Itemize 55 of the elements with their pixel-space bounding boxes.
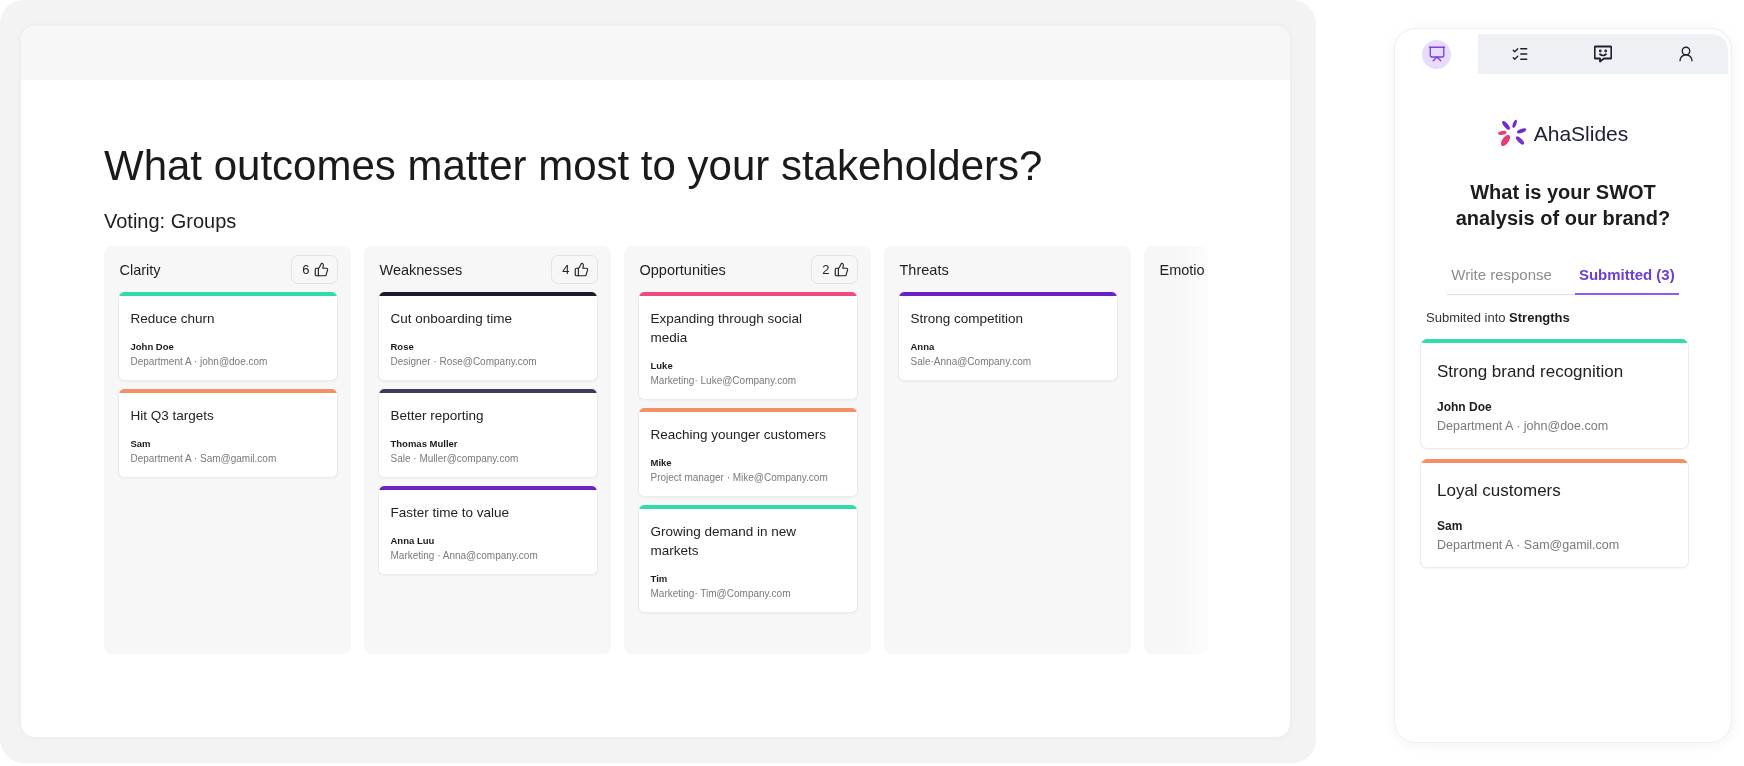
author-name: Anna Luu	[390, 535, 436, 547]
card-text: Strong brand recognition	[1437, 360, 1625, 383]
author-details: Marketing· Tim@Company.com	[650, 587, 792, 601]
user-icon	[1677, 45, 1696, 63]
card-text: Strong competition	[910, 310, 1025, 328]
card-text: Faster time to value	[390, 504, 511, 522]
column-title: Threats	[899, 260, 949, 279]
like-button[interactable]: 6	[291, 255, 338, 284]
logo-icon	[1497, 119, 1527, 148]
author-name: Mike	[650, 457, 673, 469]
thumbs-up-icon	[833, 262, 849, 277]
brand-name: AhaSlides	[1533, 120, 1629, 147]
author-details: Department A · Sam@gamil.com	[130, 452, 278, 466]
author-name: Sam	[1437, 519, 1464, 534]
author-name: John Doe	[1437, 399, 1493, 415]
question-text: What is your SWOT analysis of our brand?	[1454, 180, 1672, 231]
slide-title: What outcomes matter most to your stakeholders?	[104, 141, 1044, 191]
author-name: Anna	[910, 341, 936, 353]
card-text: Better reporting	[390, 407, 485, 425]
card-text: Loyal customers	[1437, 480, 1562, 502]
chat-smile-icon	[1594, 45, 1613, 63]
author-details: Designer · Rose@Company.com	[390, 355, 538, 369]
thumbs-up-icon	[313, 262, 329, 277]
card-text: Hit Q3 targets	[130, 407, 215, 425]
checklist-icon	[1510, 45, 1529, 63]
like-button[interactable]: 2	[811, 255, 858, 284]
card-text: Reaching younger customers	[650, 426, 828, 444]
like-button[interactable]: 4	[551, 255, 598, 284]
card-text: Cut onboarding time	[390, 310, 514, 328]
author-name: Luke	[650, 360, 674, 372]
author-details: Marketing · Anna@company.com	[390, 549, 539, 563]
response-tab[interactable]: Submitted (3)	[1574, 266, 1679, 295]
presentation-icon	[1422, 39, 1452, 69]
card-text: Growing demand in new markets	[650, 523, 798, 560]
column-title: Weaknesses	[379, 260, 463, 279]
submitted-into-text: Submited into Strengths	[1426, 310, 1570, 326]
author-details: Sale · Muller@company.com	[390, 452, 520, 466]
column-title: Emotio	[1159, 260, 1205, 279]
author-name: Rose	[390, 341, 415, 353]
author-name: John Doe	[130, 341, 175, 353]
column-title: Opportunities	[639, 260, 726, 279]
author-name: Tim	[650, 573, 669, 585]
author-details: Sale·Anna@Company.com	[910, 355, 1033, 369]
thumbs-up-icon	[573, 262, 589, 277]
column-title: Clarity	[119, 260, 161, 279]
author-details: Marketing· Luke@Company.com	[650, 374, 798, 388]
author-name: Thomas Muller	[390, 438, 459, 450]
author-details: Project manager · Mike@Company.com	[650, 471, 829, 485]
author-details: Department A · Sam@gamil.com	[1437, 537, 1621, 553]
card-text: Reduce churn	[130, 310, 216, 328]
author-details: Department A · john@doe.com	[130, 355, 269, 369]
author-details: Department A · john@doe.com	[1437, 417, 1610, 434]
voting-label: Voting: Groups	[104, 209, 238, 233]
card-text: Expanding through social media	[650, 310, 804, 347]
author-name: Sam	[130, 438, 152, 450]
